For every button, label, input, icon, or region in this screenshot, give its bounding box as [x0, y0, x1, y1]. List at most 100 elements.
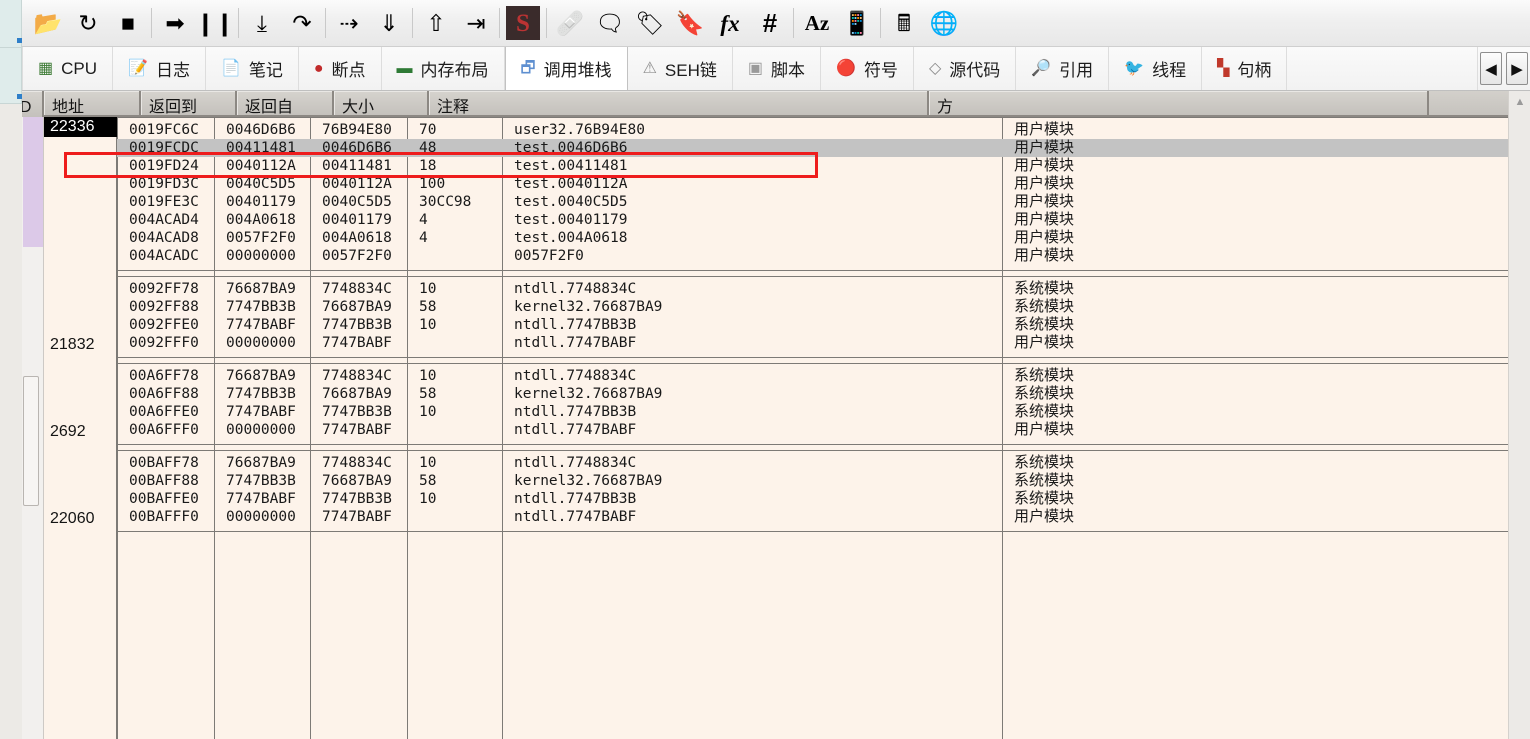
cell-return-from: 7747BB3B [322, 404, 392, 420]
sort-az-button[interactable]: Az [797, 2, 837, 44]
step-over-button[interactable]: ↷ [282, 2, 322, 44]
table-row[interactable]: 00A6FF78 76687BA9 7748834C 10 ntdll.7748834C… [117, 367, 1508, 385]
bandage-icon: 🩹 [555, 9, 585, 36]
tab-12[interactable]: ▚ 句柄 [1202, 47, 1288, 90]
hash-button[interactable]: # [750, 2, 790, 44]
functions-button[interactable]: fx [710, 2, 750, 44]
pause-button[interactable]: ❙❙ [195, 2, 235, 44]
patches-button[interactable]: 🩹 [550, 2, 590, 44]
scylla-button[interactable]: S [503, 2, 543, 44]
open-file-button[interactable]: 📂 [28, 2, 68, 44]
tab-scroll-next-button[interactable]: ▶ [1506, 52, 1528, 85]
stop-button[interactable]: ■ [108, 2, 148, 44]
restart-button[interactable]: ↻ [68, 2, 108, 44]
cell-address: 00A6FF88 [129, 386, 199, 402]
cell-way: 用户模块 [1014, 157, 1075, 174]
table-row[interactable]: 0092FF78 76687BA9 7748834C 10 ntdll.7748834C… [117, 280, 1508, 298]
tab-5[interactable]: 🗗 调用堆栈 [504, 47, 628, 90]
table-row[interactable]: 00BAFFE0 7747BABF 7747BB3B 10 ntdll.7747BB3B… [117, 490, 1508, 508]
call-stack-table-body[interactable]: 0019FC6C 0046D6B6 76B94E80 70 user32.76B94E8… [117, 117, 1508, 739]
column-header-thread-id[interactable]: 线程 ID [22, 91, 44, 117]
globe-button[interactable]: 🌐 [924, 2, 964, 44]
table-row[interactable]: 0092FFF0 00000000 7747BABF ntdll.7747BABF 用户… [117, 334, 1508, 352]
tab-4[interactable]: ▬ 内存布局 [382, 47, 505, 90]
thread-id-label[interactable]: 22336 [44, 117, 117, 137]
cell-size: 10 [419, 368, 437, 384]
step-into-button[interactable]: ⤓ [242, 2, 282, 44]
column-header-address[interactable]: 地址 [44, 91, 141, 115]
panel-vertical-scrollbar-left[interactable] [22, 91, 44, 739]
source-code-icon: ◇ [928, 59, 942, 77]
tab-9[interactable]: ◇ 源代码 [914, 47, 1017, 90]
scrollbar-thumb-accent[interactable] [23, 117, 43, 247]
table-row[interactable]: 0019FCDC 00411481 0046D6B6 48 test.0046D6B6 用… [117, 139, 1508, 157]
tab-7[interactable]: ▣ 脚本 [733, 47, 822, 90]
tab-0[interactable]: ▦ CPU [22, 47, 114, 90]
cell-size: 4 [419, 230, 428, 246]
tab-2[interactable]: 📄 笔记 [206, 47, 299, 90]
labels-button[interactable]: 🏷 [630, 2, 670, 44]
table-row[interactable]: 004ACAD4 004A0618 00401179 4 test.00401179 用户… [117, 211, 1508, 229]
tab-10[interactable]: 🔎 引用 [1016, 47, 1110, 90]
cell-way: 系统模块 [1014, 403, 1075, 420]
table-row[interactable]: 0092FFE0 7747BABF 7747BB3B 10 ntdll.7747BB3B… [117, 316, 1508, 334]
tab-1[interactable]: 📝 日志 [113, 47, 206, 90]
toolbar-separator [499, 8, 500, 38]
cell-address: 00A6FF78 [129, 368, 199, 384]
table-row[interactable]: 004ACADC 00000000 0057F2F0 0057F2F0 用户模块 [117, 247, 1508, 265]
table-row[interactable]: 00A6FFE0 7747BABF 7747BB3B 10 ntdll.7747BB3B… [117, 403, 1508, 421]
tab-scroll-prev-button[interactable]: ◀ [1480, 52, 1502, 85]
cpu-chip-icon: ▦ [38, 59, 54, 77]
globe-icon: 🌐 [929, 9, 959, 36]
table-row[interactable]: 00BAFF88 7747BB3B 76687BA9 58 kernel32.76687… [117, 472, 1508, 490]
bookmarks-button[interactable]: 🔖 [670, 2, 710, 44]
table-row[interactable]: 0019FE3C 00401179 0040C5D5 30CC98 test.0040C… [117, 193, 1508, 211]
calculator-button[interactable]: 🖩 [884, 2, 924, 44]
column-header-comment[interactable]: 注释 [429, 91, 929, 115]
table-row[interactable]: 00A6FFF0 00000000 7747BABF ntdll.7747BABF 用户… [117, 421, 1508, 439]
table-row[interactable]: 004ACAD8 0057F2F0 004A0618 4 test.004A0618 用户… [117, 229, 1508, 247]
tab-label: 笔记 [248, 61, 283, 80]
execute-till-return-button[interactable]: ⇧ [416, 2, 456, 44]
table-row[interactable]: 0019FD3C 0040C5D5 0040112A 100 test.0040112A… [117, 175, 1508, 193]
column-header-return_from[interactable]: 返回自 [237, 91, 334, 115]
cell-return-from: 76B94E80 [322, 122, 392, 138]
cell-way: 用户模块 [1014, 508, 1075, 525]
cell-comment: ntdll.7748834C [514, 368, 637, 384]
run-to-user-code-button[interactable]: ⇥ [456, 2, 496, 44]
thread-id-label[interactable]: 21832 [44, 336, 117, 354]
cell-address: 0019FD24 [129, 158, 199, 174]
trace-into-button[interactable]: ⇢ [329, 2, 369, 44]
tab-11[interactable]: 🐦 线程 [1109, 47, 1203, 90]
cell-way: 系统模块 [1014, 385, 1075, 402]
column-header-size[interactable]: 大小 [334, 91, 429, 115]
cell-way: 用户模块 [1014, 334, 1075, 351]
panel-vertical-scrollbar-right[interactable]: ▲ [1508, 91, 1530, 739]
run-button[interactable]: ➡ [155, 2, 195, 44]
table-row[interactable]: 00BAFF78 76687BA9 7748834C 10 ntdll.7748834C… [117, 454, 1508, 472]
cell-address: 00BAFF78 [129, 455, 199, 471]
thread-id-label[interactable]: 22060 [44, 510, 117, 528]
thread-id-label[interactable]: 2692 [44, 423, 117, 441]
table-row[interactable]: 0019FC6C 0046D6B6 76B94E80 70 user32.76B94E8… [117, 121, 1508, 139]
stop-icon: ■ [121, 9, 135, 36]
trace-over-button[interactable]: ⇓ [369, 2, 409, 44]
column-header-return_to[interactable]: 返回到 [141, 91, 237, 115]
tab-8[interactable]: 🔴 符号 [821, 47, 914, 90]
table-row[interactable]: 00BAFFF0 00000000 7747BABF ntdll.7747BABF 用户… [117, 508, 1508, 526]
table-row[interactable]: 0019FD24 0040112A 00411481 18 test.00411481 用… [117, 157, 1508, 175]
table-row[interactable]: 0092FF88 7747BB3B 76687BA9 58 kernel32.76687… [117, 298, 1508, 316]
tab-6[interactable]: ⚠ SEH链 [628, 47, 733, 90]
scrollbar-thumb[interactable] [23, 376, 39, 506]
handles-blocks-icon: ▚ [1217, 59, 1230, 77]
cell-return-to: 00401179 [226, 194, 296, 210]
sort-az-icon: Az [804, 10, 830, 35]
tab-label: CPU [61, 58, 98, 78]
scroll-up-arrow-icon[interactable]: ▲ [1512, 95, 1528, 109]
tab-3[interactable]: ● 断点 [299, 47, 382, 90]
column-header-way[interactable]: 方 [929, 91, 1429, 115]
table-row[interactable]: 00A6FF88 7747BB3B 76687BA9 58 kernel32.76687… [117, 385, 1508, 403]
comments-button[interactable]: 🗨 [590, 2, 630, 44]
attach-button[interactable]: 📱 [837, 2, 877, 44]
cell-way: 用户模块 [1014, 121, 1075, 138]
